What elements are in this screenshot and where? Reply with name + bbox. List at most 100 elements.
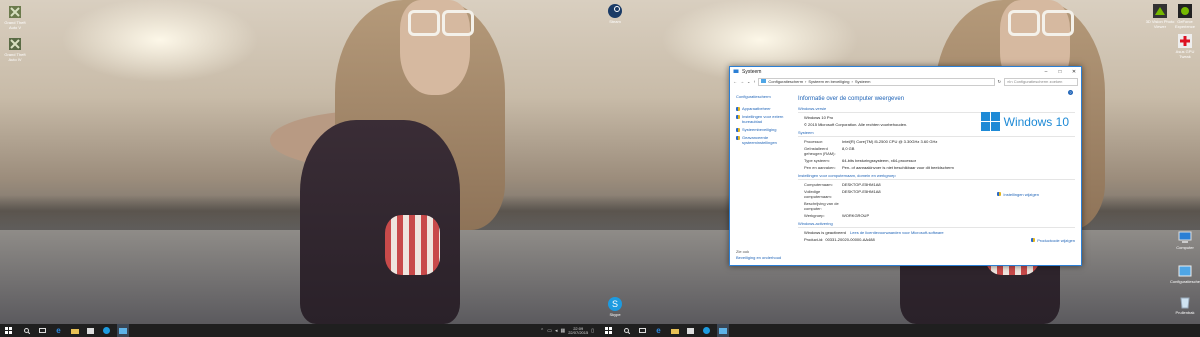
right-monitor: Steam S Skype 3D Vision Photo Viewer GeF… xyxy=(600,0,1200,337)
clock[interactable]: 22:09 22/07/2015 xyxy=(568,326,588,335)
search-input[interactable]: ⌕ In Configuratiescherm zoeken xyxy=(1004,77,1078,86)
shield-icon xyxy=(736,136,740,140)
window-title: Systeem xyxy=(742,69,762,75)
computer-name-label: Computernaam: xyxy=(804,182,833,187)
change-settings-link[interactable]: Instellingen wijzigen xyxy=(997,192,1039,197)
system-tray: ⌃ ▭ ◂ ▦ 22:09 22/07/2015 ▯ xyxy=(540,324,594,337)
notifications-icon[interactable]: ▯ xyxy=(591,328,594,334)
ram-value: 8,0 GB xyxy=(842,146,855,151)
breadcrumb-system[interactable]: Systeem xyxy=(855,79,871,84)
license-terms-link[interactable]: Lees de licentievoorwaarden voor Microso… xyxy=(850,230,944,235)
help-icon[interactable]: ? xyxy=(1068,90,1073,95)
device-manager-link[interactable]: Apparaatbeheer xyxy=(730,105,792,113)
forward-icon[interactable]: → xyxy=(740,79,744,84)
desktop-icon-steam[interactable]: Steam xyxy=(600,3,630,24)
computer-icon xyxy=(1177,229,1193,245)
chevron-down-icon[interactable]: ⌄ xyxy=(747,79,750,84)
system-window: Systeem – □ ✕ ← → ⌄ ↑ Configuratiescherm… xyxy=(729,66,1082,266)
main-pane: ? Informatie over de computer weergeven … xyxy=(798,88,1075,265)
desktop-icon-geforce[interactable]: GeForce Experience xyxy=(1170,3,1200,29)
system-app-taskbar-icon[interactable] xyxy=(117,324,129,337)
system-type-label: Type systeem: xyxy=(804,158,830,163)
wallpaper xyxy=(0,0,600,324)
close-icon[interactable]: ✕ xyxy=(1067,69,1081,75)
store-icon[interactable] xyxy=(85,324,96,337)
skype-icon: S xyxy=(607,296,623,312)
remote-settings-link[interactable]: Instellingen voor extern bureaublad xyxy=(730,113,792,126)
up-icon[interactable]: ↑ xyxy=(753,79,755,84)
shield-icon xyxy=(736,115,740,119)
edge-icon[interactable]: e xyxy=(653,324,664,337)
shield-icon xyxy=(736,107,740,111)
asus-icon xyxy=(1177,33,1193,49)
desktop-icon-computer[interactable]: Computer xyxy=(1170,229,1200,250)
processor-label: Processor: xyxy=(804,139,824,144)
full-computer-name-value: DESKTOP-E5HM1A8 xyxy=(842,189,881,194)
desktop-icon-gta5[interactable]: Grand Theft Auto V xyxy=(0,4,30,30)
activation-section-heading: Windows-activering xyxy=(798,221,1075,228)
skype-taskbar-icon[interactable] xyxy=(701,324,712,337)
activation-status: Windows is geactiveerd xyxy=(804,230,847,235)
computer-name-value: DESKTOP-E5HM1A8 xyxy=(842,182,881,187)
left-monitor: Grand Theft Auto V Grand Theft Auto IV e… xyxy=(0,0,600,337)
product-id-label: Product-id: xyxy=(804,237,824,242)
address-bar-row: ← → ⌄ ↑ Configuratiescherm › Systeem en b… xyxy=(730,77,1081,86)
store-icon[interactable] xyxy=(685,324,696,337)
file-explorer-icon[interactable] xyxy=(69,324,80,337)
address-bar[interactable]: Configuratiescherm › Systeem en beveiligi… xyxy=(758,77,995,86)
network-icon[interactable]: ▭ xyxy=(547,328,552,334)
svg-text:S: S xyxy=(612,299,618,309)
breadcrumb-system-security[interactable]: Systeem en beveiliging xyxy=(808,79,849,84)
chevron-up-icon[interactable]: ⌃ xyxy=(540,328,544,334)
taskbar-left: e ⌃ ▭ ◂ ▦ 22:09 22/07/2015 ▯ xyxy=(0,324,600,337)
ram-label: Geïnstalleerd geheugen (RAM): xyxy=(804,146,836,156)
system-section-heading: Systeem xyxy=(798,130,1075,137)
start-button[interactable] xyxy=(0,324,16,337)
edge-icon[interactable]: e xyxy=(53,324,64,337)
computer-icon xyxy=(733,69,739,76)
desktop-icon-skype[interactable]: S Skype xyxy=(600,296,630,317)
workgroup-value: WORKGROUP xyxy=(842,213,870,218)
start-button[interactable] xyxy=(600,324,616,337)
workgroup-label: Werkgroep: xyxy=(804,213,825,218)
skype-taskbar-icon[interactable] xyxy=(101,324,112,337)
nvidia-icon xyxy=(1152,3,1168,19)
volume-icon[interactable]: ◂ xyxy=(555,328,558,334)
control-panel-home-link[interactable]: Configuratiescherm xyxy=(730,88,792,105)
change-product-key-link[interactable]: Productcode wijzigen xyxy=(1031,238,1075,243)
security-maintenance-link[interactable]: Beveiliging en onderhoud xyxy=(736,255,781,260)
back-icon[interactable]: ← xyxy=(733,79,737,84)
recycle-bin-icon xyxy=(1177,294,1193,310)
maximize-icon[interactable]: □ xyxy=(1053,69,1067,75)
search-icon[interactable] xyxy=(621,324,632,337)
geforce-icon xyxy=(1177,3,1193,19)
shield-icon xyxy=(736,128,740,132)
advanced-settings-link[interactable]: Geavanceerde systeeminstellingen xyxy=(730,134,792,147)
system-app-taskbar-icon[interactable] xyxy=(717,324,729,337)
desktop-icon-recycle-bin[interactable]: Prullenbak xyxy=(1170,294,1200,315)
full-computer-name-label: Volledige computernaam: xyxy=(804,189,832,199)
minimize-icon[interactable]: – xyxy=(1039,69,1053,75)
product-id-value: 00331-20020-00000-AA488 xyxy=(825,237,875,242)
processor-value: Intel(R) Core(TM) i5-2500 CPU @ 3.30GHz … xyxy=(842,139,938,144)
page-title: Informatie over de computer weergeven xyxy=(798,96,905,102)
search-icon[interactable] xyxy=(21,324,32,337)
desktop-icon-control-panel[interactable]: Configuratiescherm xyxy=(1170,263,1200,284)
pen-touch-value: Pen- of aanraakinvoer is niet beschikbaa… xyxy=(842,165,954,170)
computer-description-label: Beschrijving van de computer: xyxy=(804,201,839,211)
breadcrumb-control-panel[interactable]: Configuratiescherm xyxy=(768,79,803,84)
file-explorer-icon[interactable] xyxy=(669,324,680,337)
window-titlebar[interactable]: Systeem – □ ✕ xyxy=(730,67,1081,77)
refresh-icon[interactable]: ↻ xyxy=(998,79,1001,84)
system-protection-link[interactable]: Systeembeveiliging xyxy=(730,126,792,134)
task-view-icon[interactable] xyxy=(637,324,648,337)
task-view-icon[interactable] xyxy=(37,324,48,337)
edition-value: Windows 10 Pro xyxy=(804,115,834,120)
desktop-icon-gpu-tweak[interactable]: Asus GPU Tweak xyxy=(1170,33,1200,59)
keyboard-icon[interactable]: ▦ xyxy=(560,328,565,334)
see-also-heading: Zie ook xyxy=(736,249,750,254)
gta-icon xyxy=(7,4,23,20)
desktop-icon-gta4[interactable]: Grand Theft Auto IV xyxy=(0,36,30,62)
control-panel-icon xyxy=(761,79,767,84)
taskbar-right: e xyxy=(600,324,1200,337)
